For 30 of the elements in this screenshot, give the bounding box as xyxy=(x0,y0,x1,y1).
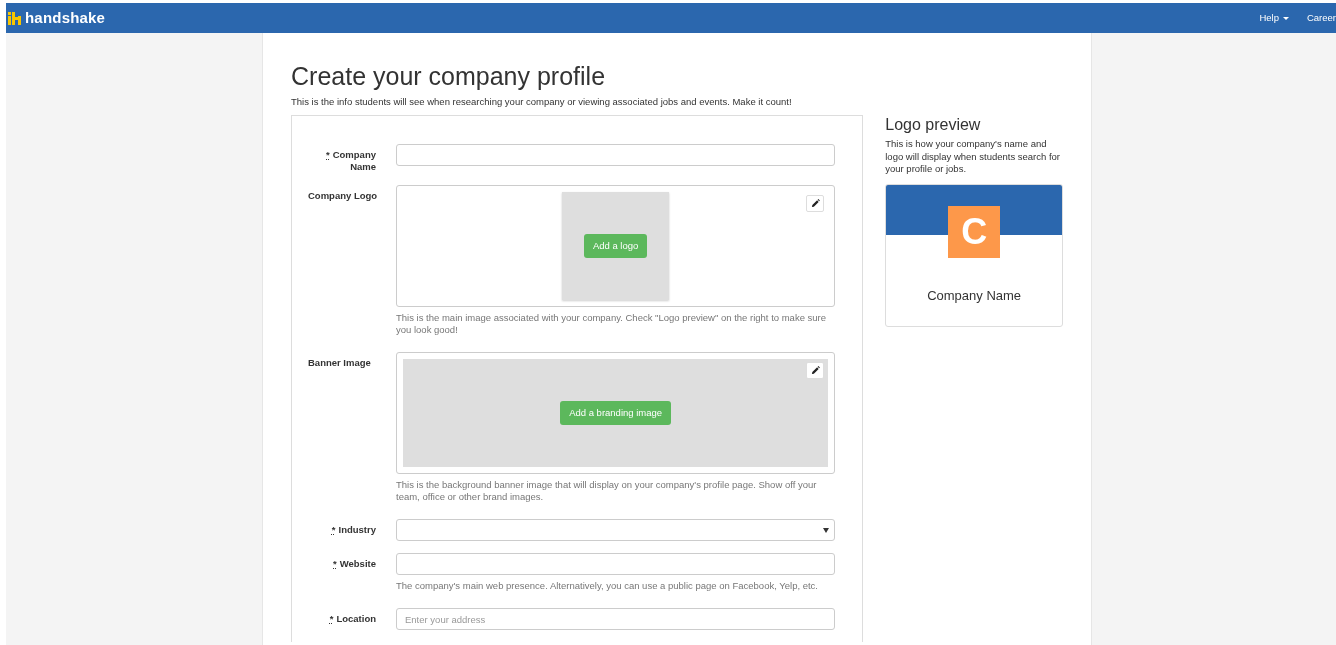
pencil-icon xyxy=(810,366,820,376)
caret-icon xyxy=(1282,16,1289,20)
text-field[interactable] xyxy=(396,144,836,167)
nav-link[interactable]: Career xyxy=(1306,10,1336,26)
brand-name: handshake xyxy=(25,7,106,28)
field-label: Banner Image xyxy=(307,356,372,371)
caret-icon xyxy=(823,527,830,533)
field-label: * Website xyxy=(332,557,376,572)
company-name: Company Name xyxy=(927,286,1022,305)
field-label: * Location xyxy=(328,612,376,627)
logo-icon xyxy=(8,11,22,25)
field-label: Company Logo xyxy=(307,189,376,204)
company-initial-logo: C xyxy=(948,205,1001,258)
pencil-icon xyxy=(810,199,820,209)
edit-button[interactable] xyxy=(806,195,825,213)
brand-logo[interactable]: handshake xyxy=(8,6,106,30)
page-subtitle: This is the info students will see when researching your company or viewing associated jobs and events. Make it count! xyxy=(291,95,793,109)
page-title: Create your company profile xyxy=(291,61,607,91)
dropdown-field[interactable] xyxy=(396,519,836,542)
help-text: This is the main image associated with your company. Check "Logo preview" on the right to make sure you look good! xyxy=(396,312,828,337)
preview-title: Logo preview xyxy=(885,115,982,135)
text-field[interactable]: Enter your address xyxy=(396,608,836,631)
nav-link[interactable]: Help xyxy=(1259,10,1289,26)
edit-button[interactable] xyxy=(806,362,825,380)
field-label: * Company Name xyxy=(325,148,376,174)
field-label: * Industry xyxy=(330,523,376,538)
help-text: The company's main web presence. Alternatively, you can use a public page on Facebook, Yelp, etc. xyxy=(396,580,819,593)
help-text: This is the background banner image that will display on your company's profile page. Show off your team, office or other brand images. xyxy=(396,479,818,504)
text-field[interactable] xyxy=(396,553,836,576)
preview-description: This is how your company's name and logo will display when students search for your profile or jobs. xyxy=(885,138,1062,176)
